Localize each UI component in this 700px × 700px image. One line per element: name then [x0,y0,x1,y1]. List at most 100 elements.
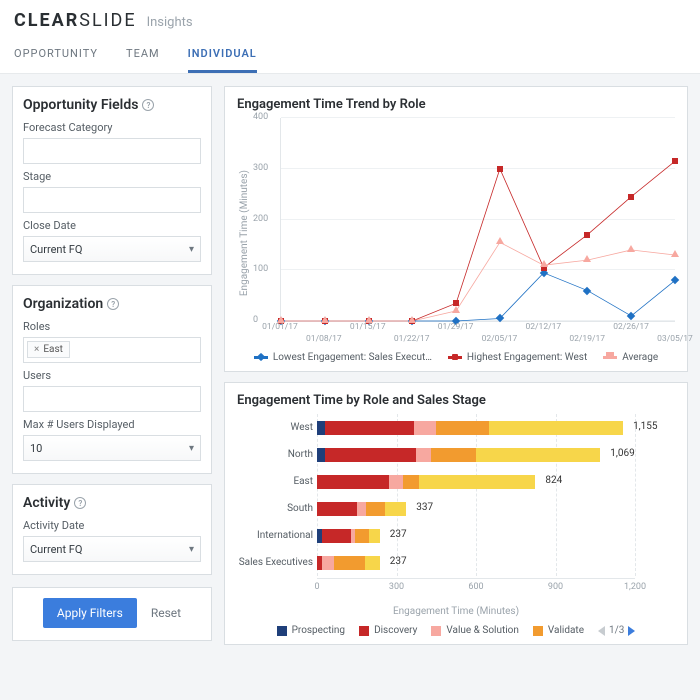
field-label: Users [23,369,201,382]
roles-input[interactable]: ×East [23,337,201,363]
apply-row: Apply Filters Reset [12,587,212,641]
bar-value: 1,155 [633,421,657,432]
field-label: Stage [23,170,201,183]
bar-segment[interactable] [317,475,389,489]
bar-segment[interactable] [403,475,419,489]
legend-pager: 1/3 [598,625,635,636]
bar-category-label: Sales Executives [237,557,313,568]
legend-item[interactable]: Discovery [359,625,417,636]
bar-rows: West1,155North1,069East824South337Intern… [317,414,635,576]
y-axis-label: Engagement Time (Minutes) [237,170,252,296]
bar-category-label: West [237,422,313,433]
tab-team[interactable]: TEAM [126,39,160,73]
bar-segment[interactable] [325,448,416,462]
bar-segment[interactable] [322,556,334,570]
nav-tabs: OPPORTUNITY TEAM INDIVIDUAL [14,39,686,73]
bar-category-label: North [237,449,313,460]
field-label: Roles [23,320,201,333]
chevron-down-icon: ▾ [189,443,194,454]
bar-segment[interactable] [317,421,325,435]
help-icon[interactable]: ? [107,298,119,310]
bar-segment[interactable] [355,529,370,543]
chart-legend: Prospecting Discovery Value & Solution Vali… [237,625,675,636]
panel-title: Organization? [23,296,201,312]
field-label: Forecast Category [23,121,201,134]
legend-item[interactable]: Lowest Engagement: Sales Execut… [254,352,432,363]
role-chip[interactable]: ×East [27,341,70,358]
bar-segment[interactable] [322,529,351,543]
filters-sidebar: Opportunity Fields? Forecast Category St… [12,86,212,645]
chart-title: Engagement Time by Role and Sales Stage [237,393,675,408]
tab-individual[interactable]: INDIVIDUAL [188,39,257,73]
bar-segment[interactable] [419,475,535,489]
brand: CLEARSLIDE Insights [14,10,686,31]
bar-segment[interactable] [357,502,366,516]
bar-segment[interactable] [476,448,600,462]
app-header: CLEARSLIDE Insights OPPORTUNITY TEAM INDIV… [0,0,700,74]
activity-panel: Activity? Activity Date Current FQ▾ [12,484,212,575]
legend-swatch-icon [533,626,543,636]
field-label: Activity Date [23,519,201,532]
bar-segment[interactable] [317,502,357,516]
bar-segment[interactable] [431,448,476,462]
organization-panel: Organization? Roles ×East Users Max # Us… [12,285,212,474]
field-label: Max # Users Displayed [23,418,201,431]
pager-next-icon[interactable] [628,626,635,636]
reset-link[interactable]: Reset [151,606,181,620]
legend-swatch-icon [254,356,268,359]
brand-sub: Insights [147,15,193,30]
main-content: Engagement Time Trend by Role Engagement… [224,86,688,645]
legend-swatch-icon [277,626,287,636]
x-axis-label: Engagement Time (Minutes) [237,606,675,617]
bar-category-label: East [237,476,313,487]
apply-filters-button[interactable]: Apply Filters [43,598,137,628]
help-icon[interactable]: ? [142,99,154,111]
bar-segment[interactable] [334,556,364,570]
max-users-select[interactable]: 10▾ [23,435,201,461]
bar-category-label: International [237,530,313,541]
bar-segment[interactable] [366,502,385,516]
forecast-category-input[interactable] [23,138,201,164]
legend-swatch-icon [448,356,462,359]
legend-item[interactable]: Prospecting [277,625,345,636]
bar-value: 237 [390,529,407,540]
engagement-by-role-chart: Engagement Time by Role and Sales Stage … [224,382,688,645]
opportunity-fields-panel: Opportunity Fields? Forecast Category St… [12,86,212,275]
bar-value: 1,069 [610,448,634,459]
bar-segment[interactable] [365,556,380,570]
legend-swatch-icon [603,356,617,359]
chevron-down-icon: ▾ [189,544,194,555]
bar-segment[interactable] [489,421,623,435]
chart-title: Engagement Time Trend by Role [237,97,675,112]
help-icon[interactable]: ? [74,497,86,509]
bar-segment[interactable] [369,529,379,543]
users-input[interactable] [23,386,201,412]
legend-swatch-icon [359,626,369,636]
engagement-trend-chart: Engagement Time Trend by Role Engagement… [224,86,688,372]
panel-title: Opportunity Fields? [23,97,201,113]
bar-segment[interactable] [317,448,325,462]
close-icon[interactable]: × [34,344,39,355]
pager-text: 1/3 [609,625,624,636]
legend-item[interactable]: Validate [533,625,584,636]
bar-segment[interactable] [416,448,431,462]
pager-prev-icon[interactable] [598,626,605,636]
legend-item[interactable]: Highest Engagement: West [448,352,587,363]
bar-value: 237 [390,556,407,567]
bar-segment[interactable] [385,502,407,516]
bar-segment[interactable] [389,475,404,489]
tab-opportunity[interactable]: OPPORTUNITY [14,39,98,73]
bar-segment[interactable] [414,421,437,435]
stage-input[interactable] [23,187,201,213]
panel-title: Activity? [23,495,201,511]
bar-segment[interactable] [436,421,489,435]
chart-legend: Lowest Engagement: Sales Execut… Highest … [237,352,675,363]
bar-segment[interactable] [325,421,414,435]
bar-value: 824 [545,475,562,486]
legend-item[interactable]: Value & Solution [431,625,519,636]
x-axis-ticks: 01/01/1701/08/1701/15/1701/22/1701/29/17… [280,322,675,348]
activity-date-select[interactable]: Current FQ▾ [23,536,201,562]
legend-item[interactable]: Average [603,352,658,363]
close-date-select[interactable]: Current FQ▾ [23,236,201,262]
line-plot-area: 0100200300400 [280,118,675,322]
